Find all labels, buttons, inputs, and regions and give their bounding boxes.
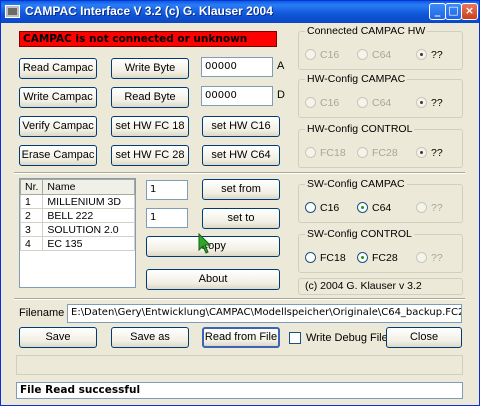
list-item[interactable]: 2 BELL 222 — [19, 208, 135, 223]
about-button[interactable]: About — [146, 269, 280, 290]
write-debug-label: Write Debug File — [306, 332, 388, 344]
set-hw-c64-button[interactable]: set HW C64 — [202, 145, 280, 166]
write-debug-checkbox[interactable] — [289, 332, 301, 344]
group-title: HW-Config CONTROL — [305, 123, 415, 135]
set-hw-c16-button[interactable]: set HW C16 — [202, 116, 280, 137]
status-message-box: File Read successful — [16, 382, 463, 399]
hw-config-campac-group: HW-Config CAMPAC C16 C64 ?? — [298, 73, 463, 118]
copy-button[interactable]: Copy — [146, 236, 280, 257]
column-header-nr[interactable]: Nr. — [19, 179, 44, 195]
copyright-box: (c) 2004 G. Klauser v 3.2 — [298, 278, 463, 295]
column-header-name[interactable]: Name — [42, 179, 135, 195]
filename-label: Filename — [19, 307, 65, 319]
save-as-button[interactable]: Save as — [111, 327, 189, 348]
sw-config-control-group: SW-Config CONTROL FC18 FC28 ?? — [298, 228, 463, 273]
radio-unknown: ?? — [416, 202, 443, 216]
status-message-text: File Read successful — [20, 384, 141, 396]
radio-c16: C16 — [305, 49, 339, 63]
model-list[interactable]: Nr. Name 1 MILLENIUM 3D 2 BELL 222 3 SOLUTI… — [19, 178, 136, 288]
read-byte-button[interactable]: Read Byte — [111, 87, 189, 108]
item-nr: 3 — [19, 222, 44, 237]
set-to-button[interactable]: set to — [202, 208, 280, 229]
radio-c64: C64 — [357, 97, 391, 111]
app-icon — [5, 5, 20, 18]
item-name: MILLENIUM 3D — [42, 194, 135, 209]
radio-fc28: FC28 — [357, 147, 398, 161]
item-nr: 4 — [19, 236, 44, 251]
close-window-button[interactable]: × — [461, 3, 478, 20]
radio-c16: C16 — [305, 97, 339, 111]
group-title: HW-Config CAMPAC — [305, 73, 408, 85]
radio-unknown: ?? — [416, 252, 443, 266]
erase-campac-button[interactable]: Erase Campac — [19, 145, 97, 166]
data-input[interactable]: 00000 — [201, 86, 273, 106]
item-name: BELL 222 — [42, 208, 135, 223]
data-label: D — [277, 89, 285, 101]
sw-config-campac-group: SW-Config CAMPAC C16 C64 ?? — [298, 178, 463, 223]
verify-campac-button[interactable]: Verify Campac — [19, 116, 97, 137]
list-header: Nr. Name — [19, 179, 135, 195]
leaf-cursor-icon — [198, 233, 212, 254]
radio-fc18: FC18 — [305, 147, 346, 161]
application-window: CAMPAC Interface V 3.2 (c) G. Klauser 20… — [0, 0, 480, 406]
radio-unknown: ?? — [416, 97, 443, 111]
progress-bar — [16, 355, 463, 375]
minimize-button[interactable]: _ — [429, 3, 446, 20]
hw-config-control-group: HW-Config CONTROL FC18 FC28 ?? — [298, 123, 463, 168]
group-title: Connected CAMPAC HW — [305, 25, 428, 37]
radio-c16[interactable]: C16 — [305, 202, 339, 216]
radio-fc28[interactable]: FC28 — [357, 252, 398, 266]
radio-unknown: ?? — [416, 49, 443, 63]
maximize-button[interactable]: □ — [445, 3, 462, 20]
radio-unknown: ?? — [416, 147, 443, 161]
window-title: CAMPAC Interface V 3.2 (c) G. Klauser 20… — [25, 4, 273, 18]
filename-input[interactable]: E:\Daten\Gery\Entwicklung\CAMPAC\Modells… — [67, 304, 462, 323]
copyright-text: (c) 2004 G. Klauser v 3.2 — [305, 280, 422, 292]
item-nr: 2 — [19, 208, 44, 223]
connection-status-text: CAMPAC is not connected or unknown — [23, 33, 248, 45]
address-input[interactable]: 00000 — [201, 57, 273, 77]
connection-status-banner: CAMPAC is not connected or unknown — [19, 31, 277, 47]
title-bar[interactable]: CAMPAC Interface V 3.2 (c) G. Klauser 20… — [1, 1, 479, 23]
item-name: SOLUTION 2.0 — [42, 222, 135, 237]
radio-c64: C64 — [357, 49, 391, 63]
separator — [14, 172, 465, 174]
radio-c64[interactable]: C64 — [357, 202, 391, 216]
list-item[interactable]: 1 MILLENIUM 3D — [19, 194, 135, 209]
list-item[interactable]: 4 EC 135 — [19, 236, 135, 251]
separator — [14, 298, 465, 300]
item-nr: 1 — [19, 194, 44, 209]
close-button[interactable]: Close — [386, 327, 462, 348]
from-input[interactable]: 1 — [146, 180, 188, 200]
save-button[interactable]: Save — [19, 327, 97, 348]
radio-fc18[interactable]: FC18 — [305, 252, 346, 266]
to-input[interactable]: 1 — [146, 208, 188, 228]
address-label: A — [277, 60, 285, 72]
set-hw-fc28-button[interactable]: set HW FC 28 — [111, 145, 189, 166]
read-campac-button[interactable]: Read Campac — [19, 58, 97, 79]
group-title: SW-Config CAMPAC — [305, 178, 407, 190]
connected-campac-hw-group: Connected CAMPAC HW C16 C64 ?? — [298, 25, 463, 70]
write-campac-button[interactable]: Write Campac — [19, 87, 97, 108]
write-byte-button[interactable]: Write Byte — [111, 58, 189, 79]
item-name: EC 135 — [42, 236, 135, 251]
list-item[interactable]: 3 SOLUTION 2.0 — [19, 222, 135, 237]
read-from-file-button[interactable]: Read from File — [202, 327, 280, 348]
group-title: SW-Config CONTROL — [305, 228, 414, 240]
set-from-button[interactable]: set from — [202, 179, 280, 200]
set-hw-fc18-button[interactable]: set HW FC 18 — [111, 116, 189, 137]
